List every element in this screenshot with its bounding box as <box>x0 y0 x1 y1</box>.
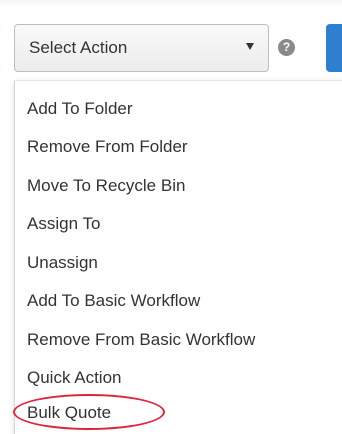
page: Select Action ? Add To Folder Remove Fro… <box>0 0 342 434</box>
menu-item-assign-to[interactable]: Assign To <box>27 209 100 239</box>
menu-item-add-to-folder[interactable]: Add To Folder <box>27 94 133 124</box>
select-action-dropdown[interactable]: Select Action <box>14 24 269 72</box>
select-action-label: Select Action <box>29 38 128 57</box>
caret-down-icon <box>246 43 254 50</box>
menu-item-move-to-recycle-bin[interactable]: Move To Recycle Bin <box>27 171 185 201</box>
menu-item-remove-from-basic-workflow[interactable]: Remove From Basic Workflow <box>27 325 255 355</box>
menu-item-remove-from-folder[interactable]: Remove From Folder <box>27 132 188 162</box>
menu-item-unassign[interactable]: Unassign <box>27 248 98 278</box>
menu-item-bulk-quote[interactable]: Bulk Quote <box>27 398 111 428</box>
menu-item-add-to-basic-workflow[interactable]: Add To Basic Workflow <box>27 286 200 316</box>
top-strip <box>0 0 342 8</box>
question-circle-icon[interactable]: ? <box>278 39 295 56</box>
action-button[interactable] <box>326 24 342 72</box>
menu-item-quick-action[interactable]: Quick Action <box>27 363 122 393</box>
